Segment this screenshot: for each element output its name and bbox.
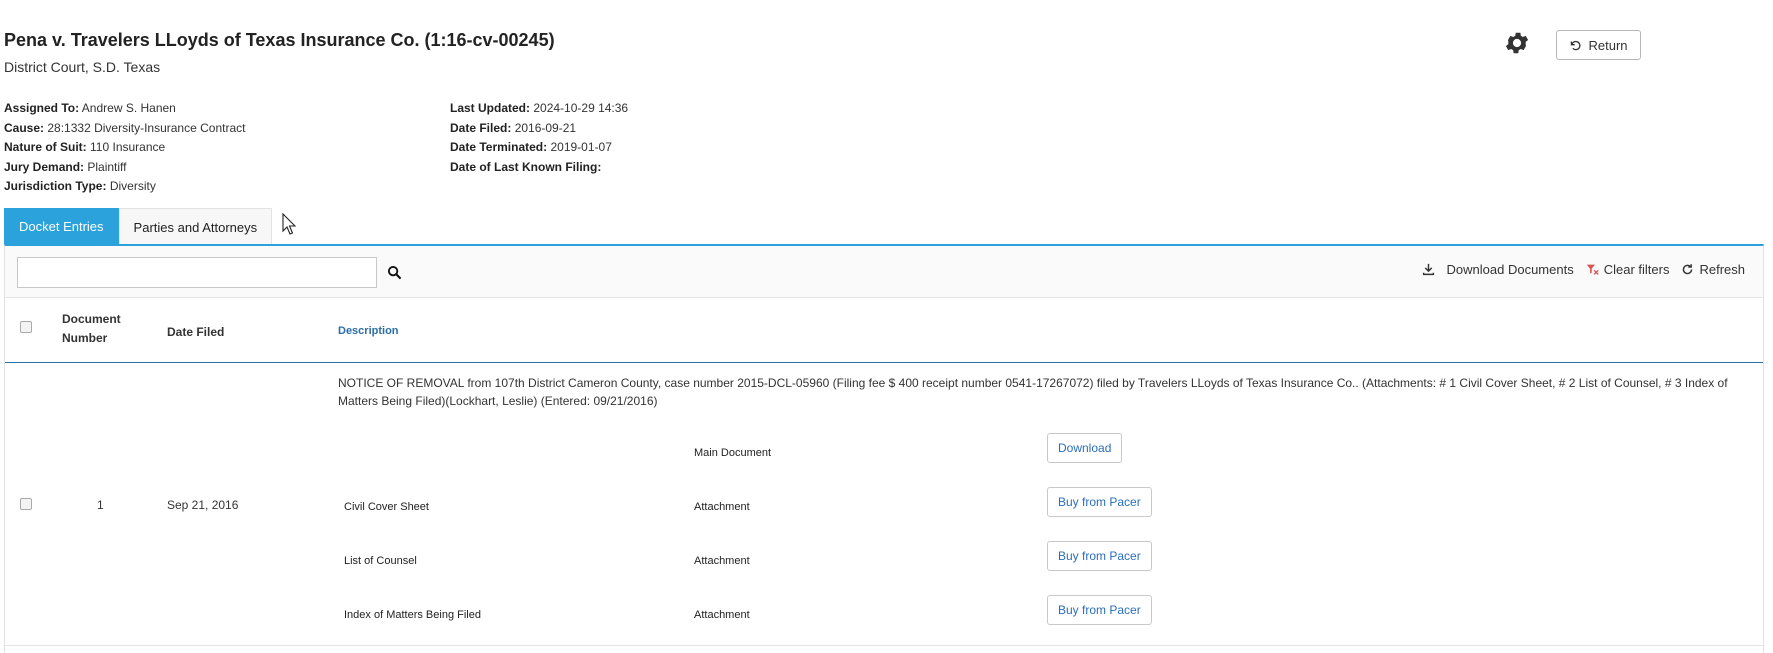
case-meta-left: Assigned To: Andrew S. Hanen Cause: 28:1… — [4, 99, 245, 197]
entry-description: NOTICE OF REMOVAL from 107th District Ca… — [338, 376, 1728, 408]
column-date-filed[interactable]: Date Filed — [167, 325, 224, 339]
clear-filters-button[interactable]: Clear filters — [1586, 262, 1670, 277]
document-row-attachment-2: List of Counsel Attachment Buy from Pace… — [5, 541, 1763, 581]
meta-date-filed: Date Filed: 2016-09-21 — [450, 120, 577, 135]
document-name: List of Counsel — [344, 555, 417, 567]
meta-nature-of-suit: Nature of Suit: 110 Insurance — [4, 140, 166, 154]
case-title: Pena v. Travelers LLoyds of Texas Insura… — [4, 30, 555, 50]
buy-from-pacer-button[interactable]: Buy from Pacer — [1047, 541, 1152, 571]
document-type: Attachment — [694, 501, 750, 513]
docket-panel: Download Documents Clear filters Refresh… — [4, 244, 1764, 653]
meta-jurisdiction-type: Jurisdiction Type: Diversity — [4, 179, 156, 193]
buy-from-pacer-button[interactable]: Buy from Pacer — [1047, 595, 1152, 625]
document-name: Index of Matters Being Filed — [344, 609, 481, 621]
return-label: Return — [1588, 37, 1628, 53]
meta-last-updated: Last Updated: 2024-10-29 14:36 — [450, 101, 629, 115]
download-icon[interactable] — [1422, 263, 1435, 276]
meta-date-terminated: Date Terminated: 2019-01-07 — [450, 140, 612, 154]
search-icon[interactable] — [387, 265, 402, 280]
mouse-cursor-icon — [282, 213, 296, 235]
refresh-button[interactable]: Refresh — [1681, 262, 1745, 277]
column-description[interactable]: Description — [338, 325, 399, 337]
document-row-main: Main Document Download — [5, 433, 1763, 473]
undo-icon — [1571, 40, 1581, 50]
toolbar-actions: Download Documents Clear filters Refresh — [1422, 262, 1745, 277]
row-divider — [5, 645, 1763, 646]
document-type: Main Document — [694, 447, 772, 459]
column-document-number[interactable]: Document Number — [62, 310, 121, 348]
clear-filter-icon — [1586, 264, 1599, 275]
search-input[interactable] — [17, 257, 377, 288]
meta-jury-demand: Jury Demand: Plaintiff — [4, 159, 127, 174]
refresh-label: Refresh — [1699, 262, 1745, 277]
document-row-attachment-1: Civil Cover Sheet Attachment Buy from Pa… — [5, 487, 1763, 527]
case-meta-right: Last Updated: 2024-10-29 14:36 Date File… — [450, 99, 628, 177]
gear-icon[interactable] — [1503, 29, 1531, 57]
meta-cause: Cause: 28:1332 Diversity-Insurance Contr… — [4, 120, 246, 135]
meta-last-known-filing: Date of Last Known Filing: — [450, 159, 602, 174]
meta-assigned-to: Assigned To: Andrew S. Hanen — [4, 101, 176, 115]
document-name: Civil Cover Sheet — [344, 501, 429, 513]
document-type: Attachment — [694, 609, 750, 621]
select-all-checkbox[interactable] — [20, 321, 32, 333]
document-row-attachment-3: Index of Matters Being Filed Attachment … — [5, 595, 1763, 635]
clear-filters-label: Clear filters — [1603, 262, 1670, 277]
tab-parties-and-attorneys[interactable]: Parties and Attorneys — [118, 208, 273, 245]
docket-toolbar: Download Documents Clear filters Refresh — [5, 246, 1763, 298]
download-button[interactable]: Download — [1047, 433, 1123, 463]
return-button[interactable]: Return — [1556, 30, 1641, 60]
tab-docket-entries[interactable]: Docket Entries — [4, 208, 119, 245]
refresh-icon — [1683, 264, 1693, 275]
court-name: District Court, S.D. Texas — [4, 59, 161, 75]
document-type: Attachment — [694, 555, 750, 567]
download-documents-button[interactable]: Download Documents — [1447, 262, 1574, 277]
table-header: Document Number Date Filed Description — [5, 298, 1763, 363]
buy-from-pacer-button[interactable]: Buy from Pacer — [1047, 487, 1152, 517]
tab-bar: Docket Entries Parties and Attorneys — [4, 208, 273, 245]
